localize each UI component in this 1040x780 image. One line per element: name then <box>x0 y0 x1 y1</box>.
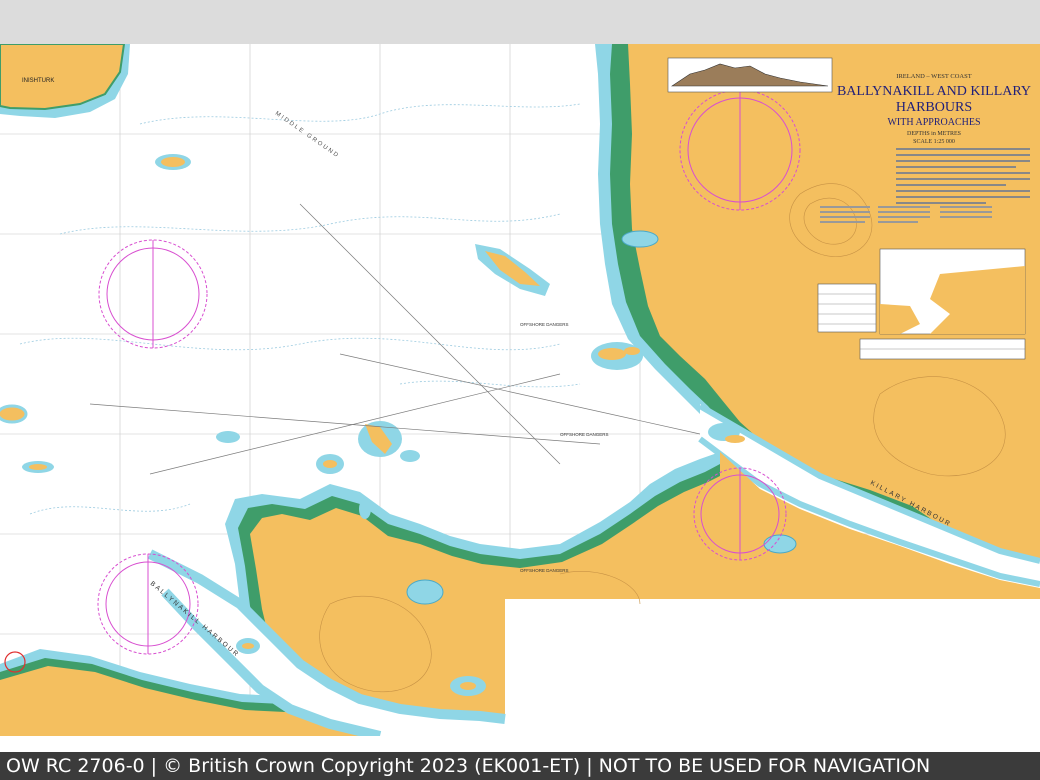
chart-depth-units: DEPTHS in METRES <box>907 131 961 137</box>
chart-title-line1: BALLYNAKILL AND KILLARY <box>837 84 1031 99</box>
label-offshore-dangers-3: OFFSHORE DANGERS <box>520 568 569 573</box>
chart-canvas: IRELAND – WEST COAST BALLYNAKILL AND KIL… <box>0 44 1040 736</box>
off-chart-area <box>505 599 1040 736</box>
label-offshore-dangers-1: OFFSHORE DANGERS <box>520 322 569 327</box>
label-offshore-dangers-2: OFFSHORE DANGERS <box>560 432 609 437</box>
top-margin-bar <box>0 0 1040 44</box>
chart-region: IRELAND – WEST COAST <box>896 73 971 80</box>
chart-title-line2: HARBOURS <box>896 100 972 115</box>
chart-scale: SCALE 1:25 000 <box>913 139 955 145</box>
copyright-footer: OW RC 2706-0 | © British Crown Copyright… <box>0 752 1040 780</box>
nautical-chart[interactable]: IRELAND – WEST COAST BALLYNAKILL AND KIL… <box>0 44 1040 736</box>
label-inishturk: INISHTURK <box>22 78 54 84</box>
bottom-white-strip <box>0 736 1040 752</box>
chart-subtitle: WITH APPROACHES <box>887 117 980 128</box>
tidal-table <box>817 283 877 333</box>
